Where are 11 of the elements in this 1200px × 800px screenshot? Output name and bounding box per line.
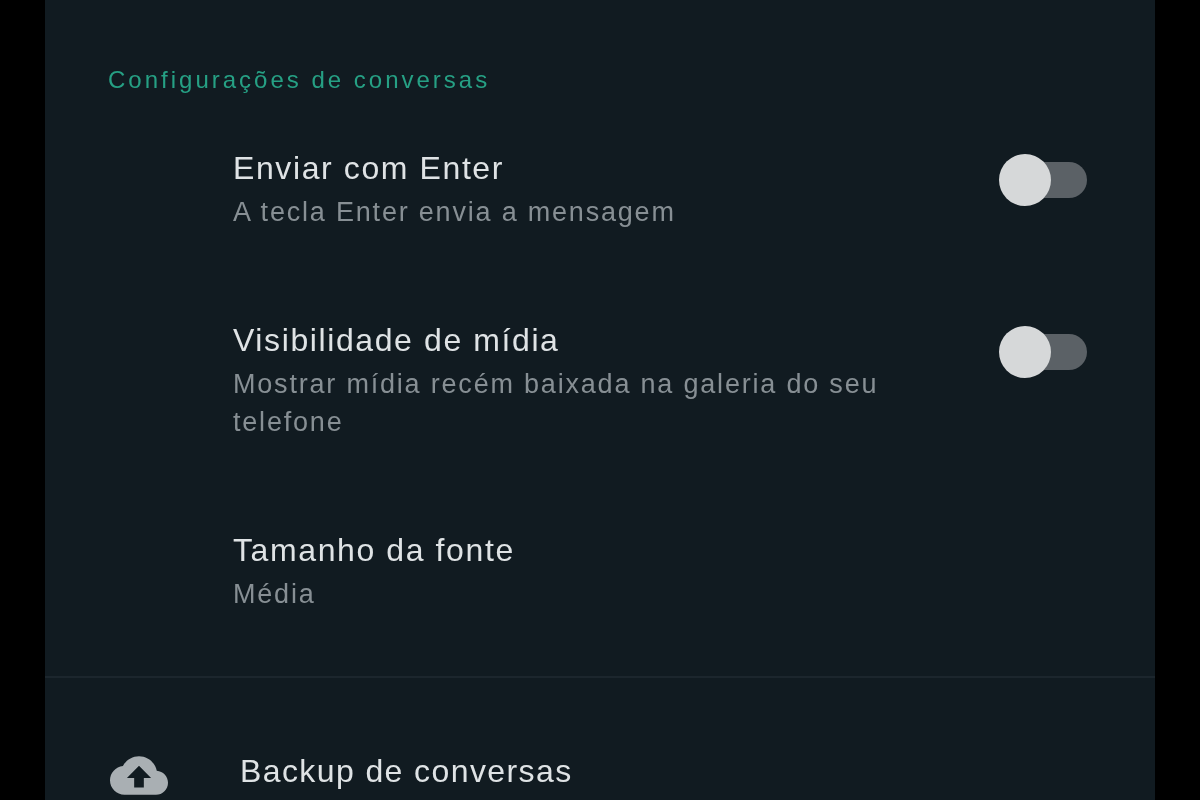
toggle-switch[interactable] [999,154,1089,206]
cloud-upload-icon [110,756,168,795]
toggle-switch[interactable] [999,326,1089,378]
section-title: Configurações de conversas [108,67,491,93]
setting-title[interactable]: Enviar com Enter [233,151,505,185]
setting-subtitle: Mostrar mídia recém baixada na galeria do seu telefone [233,368,880,439]
setting-subtitle: A tecla Enter envia a mensagem [233,196,676,229]
setting-title[interactable]: Visibilidade de mídia [233,323,560,357]
backup-title[interactable]: Backup de conversas [240,753,573,788]
setting-subtitle: Média [233,578,316,611]
setting-title[interactable]: Tamanho da fonte [233,533,515,567]
